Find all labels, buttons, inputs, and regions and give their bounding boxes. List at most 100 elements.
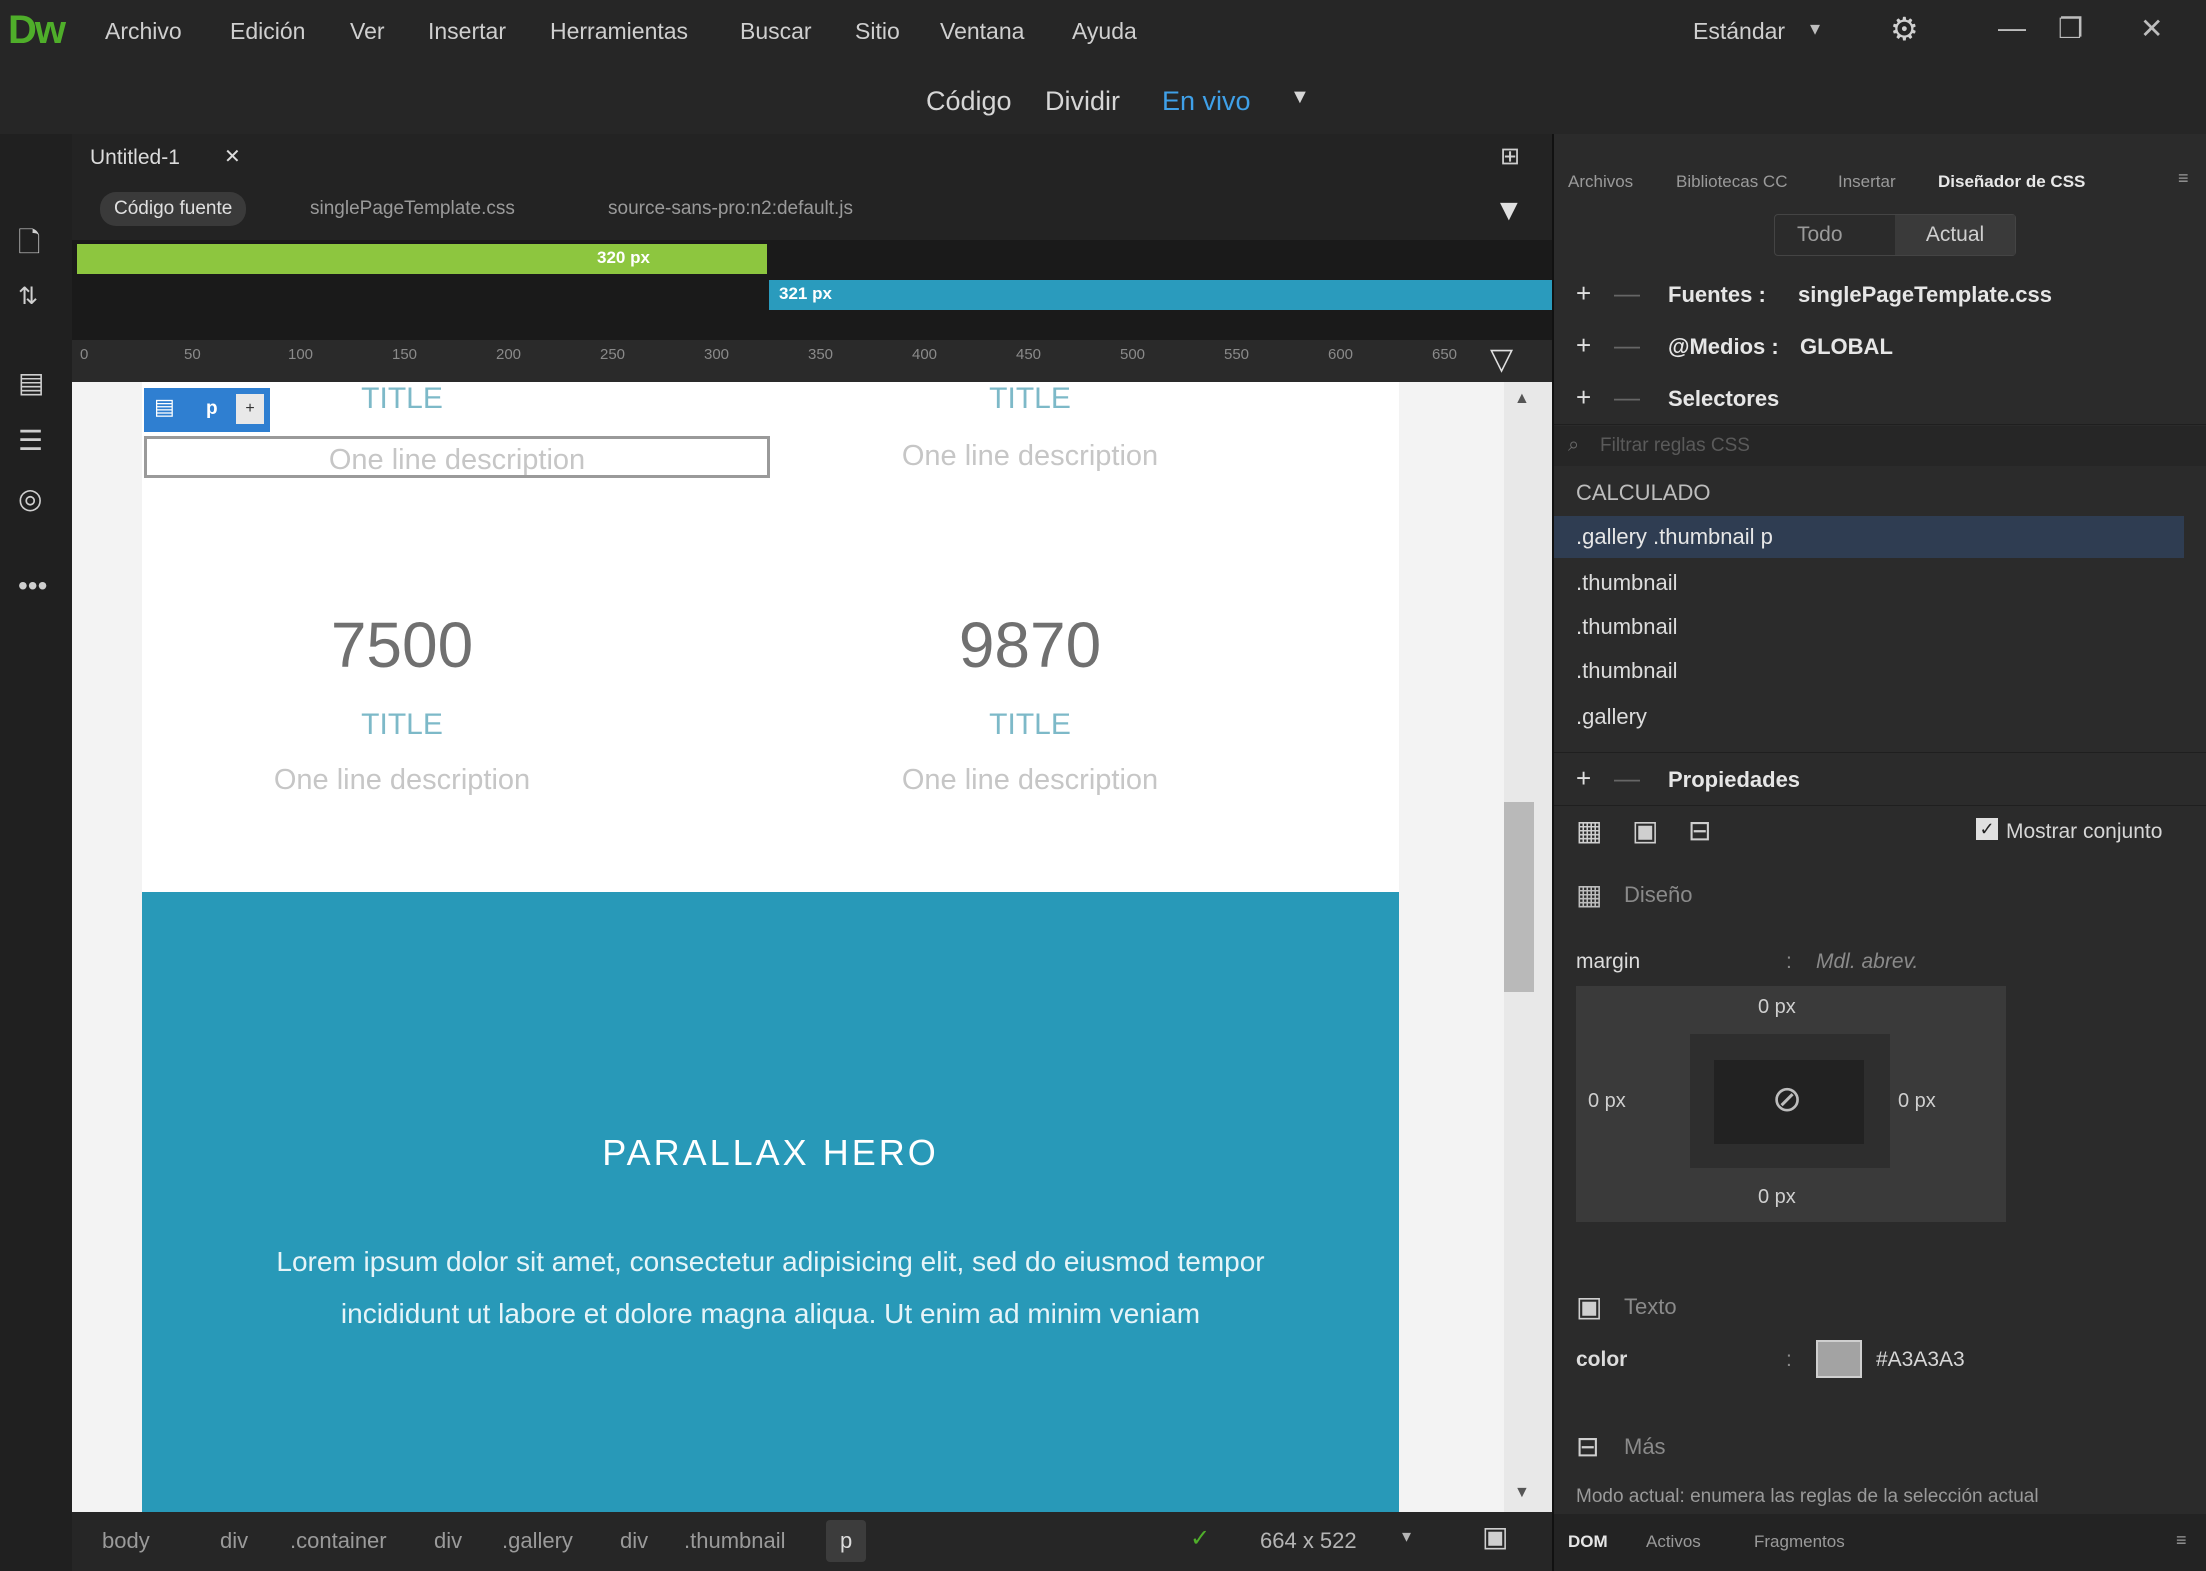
selector-row[interactable]: .thumbnail (1576, 570, 1678, 596)
menu-ventana[interactable]: Ventana (940, 18, 1024, 45)
close-icon[interactable]: ✕ (2140, 12, 2163, 45)
menu-ver[interactable]: Ver (350, 18, 385, 45)
media-value[interactable]: GLOBAL (1800, 334, 1893, 360)
inspect-icon[interactable]: ▤ (18, 366, 44, 399)
more-icon[interactable]: ••• (18, 570, 47, 602)
add-icon[interactable]: + (1576, 382, 1591, 413)
tab-activos[interactable]: Activos (1646, 1532, 1701, 1552)
dom-icon[interactable]: ☰ (18, 424, 43, 457)
live-preview-icon[interactable]: ▣ (1482, 1520, 1508, 1553)
sources-section[interactable]: + — Fuentes : singlePageTemplate.css (1554, 268, 2206, 321)
scroll-up-icon[interactable]: ▲ (1514, 390, 1530, 408)
menu-archivo[interactable]: Archivo (105, 18, 182, 45)
panel-menu-icon[interactable]: ≡ (2178, 168, 2189, 189)
properties-section[interactable]: + — Propiedades (1554, 752, 2206, 806)
menu-ayuda[interactable]: Ayuda (1072, 18, 1137, 45)
mode-current[interactable]: Actual (1895, 215, 2015, 255)
restore-icon[interactable]: ❐ (2058, 12, 2083, 45)
menu-herramientas[interactable]: Herramientas (550, 18, 688, 45)
breadcrumb-thumbnail[interactable]: .thumbnail (684, 1528, 786, 1554)
minimize-icon[interactable]: — (1998, 12, 2026, 44)
margin-left-value[interactable]: 0 px (1588, 1090, 1626, 1113)
menu-edicion[interactable]: Edición (230, 18, 305, 45)
remove-icon[interactable]: — (1614, 278, 1640, 309)
breadcrumb-container[interactable]: .container (290, 1528, 387, 1554)
related-file-js[interactable]: source-sans-pro:n2:default.js (608, 198, 853, 220)
split-view-button[interactable]: Dividir (1045, 86, 1120, 117)
remove-icon[interactable]: — (1614, 382, 1640, 413)
source-code-tab[interactable]: Código fuente (100, 192, 247, 226)
panel-tab-insertar[interactable]: Insertar (1838, 172, 1896, 192)
color-swatch[interactable] (1816, 1340, 1862, 1378)
panel-tab-archivos[interactable]: Archivos (1568, 172, 1633, 192)
margin-right-value[interactable]: 0 px (1898, 1090, 1936, 1113)
code-view-button[interactable]: Código (926, 86, 1012, 117)
text-category-icon[interactable]: ▣ (1632, 814, 1658, 847)
margin-shorthand-hint[interactable]: Mdl. abrev. (1816, 950, 1918, 974)
menu-bar: Dw Archivo Edición Ver Insertar Herramie… (0, 0, 2206, 62)
selector-row[interactable]: .thumbnail (1576, 614, 1678, 640)
mq-bar-green[interactable]: 320 px (77, 244, 767, 274)
item-title: TITLE (989, 382, 1071, 415)
viewport-size[interactable]: 664 x 522 (1260, 1528, 1357, 1554)
tab-fragmentos[interactable]: Fragmentos (1754, 1532, 1845, 1552)
breadcrumb-div[interactable]: div (620, 1528, 648, 1554)
related-file-css[interactable]: singlePageTemplate.css (310, 198, 515, 220)
selector-row[interactable]: .gallery (1576, 704, 1647, 730)
filter-icon[interactable]: ▼ (1494, 194, 1524, 228)
canvas-scrollbar[interactable]: ▲ ▼ (1504, 382, 1552, 1512)
checkbox-icon[interactable]: ✓ (1976, 818, 1998, 840)
selected-paragraph[interactable]: One line description (144, 436, 770, 478)
chevron-down-icon[interactable]: ▼ (1290, 86, 1310, 109)
menu-buscar[interactable]: Buscar (740, 18, 812, 45)
mode-all[interactable]: Todo (1797, 223, 1843, 247)
workspace-switcher[interactable]: Estándar (1693, 18, 1785, 45)
close-tab-icon[interactable]: ✕ (224, 144, 241, 169)
selector-filter-field[interactable]: ⌕ Filtrar reglas CSS (1554, 426, 2206, 466)
more-category-icon[interactable]: ⊟ (1688, 814, 1711, 847)
menu-sitio[interactable]: Sitio (855, 18, 900, 45)
file-icon[interactable]: 🗋 (18, 222, 41, 270)
color-value[interactable]: #A3A3A3 (1876, 1348, 1965, 1372)
remove-icon[interactable]: — (1614, 330, 1640, 361)
live-view-button[interactable]: En vivo (1162, 86, 1251, 117)
chevron-down-icon[interactable]: ▾ (1402, 1526, 1411, 1547)
selectors-section[interactable]: + — Selectores (1554, 372, 2206, 425)
add-icon[interactable]: + (1576, 330, 1591, 361)
breadcrumb-div[interactable]: div (220, 1528, 248, 1554)
panel-tab-bibliotecas[interactable]: Bibliotecas CC (1676, 172, 1788, 192)
mq-bar-blue[interactable]: 321 px (769, 280, 1552, 310)
layout-category-icon[interactable]: ▦ (1576, 814, 1602, 847)
breadcrumb-p[interactable]: p (826, 1520, 867, 1562)
ruler-tick: 150 (392, 346, 418, 363)
pin-icon[interactable]: ⊞ (1500, 142, 1520, 171)
gear-icon[interactable]: ⚙ (1890, 10, 1919, 48)
computed-label[interactable]: CALCULADO (1576, 480, 1710, 506)
related-files-bar: Código fuente singlePageTemplate.css sou… (72, 184, 1552, 240)
target-icon[interactable]: ◎ (18, 482, 42, 515)
tab-dom[interactable]: DOM (1568, 1532, 1608, 1552)
document-tab[interactable]: Untitled-1 (90, 146, 180, 170)
panel-tab-css-designer[interactable]: Diseñador de CSS (1938, 172, 2085, 192)
add-icon[interactable]: + (1576, 278, 1591, 309)
show-set-label[interactable]: Mostrar conjunto (2006, 820, 2162, 844)
sources-value[interactable]: singlePageTemplate.css (1798, 282, 2052, 308)
menu-insertar[interactable]: Insertar (428, 18, 506, 45)
add-icon[interactable]: + (1576, 763, 1591, 794)
sort-icon[interactable]: ⇅ (18, 282, 38, 311)
selector-row-selected[interactable]: .gallery .thumbnail p (1554, 516, 2184, 558)
remove-icon[interactable]: — (1614, 763, 1640, 794)
media-section[interactable]: + — @Medios : GLOBAL (1554, 320, 2206, 373)
scroll-down-icon[interactable]: ▼ (1514, 1484, 1530, 1502)
margin-top-value[interactable]: 0 px (1758, 996, 1796, 1019)
chevron-down-icon[interactable]: ▾ (1810, 16, 1820, 41)
link-icon[interactable]: ⊘ (1772, 1078, 1802, 1120)
ruler-handle-icon[interactable]: ▽ (1490, 342, 1513, 377)
margin-bottom-value[interactable]: 0 px (1758, 1186, 1796, 1209)
breadcrumb-div[interactable]: div (434, 1528, 462, 1554)
breadcrumb-body[interactable]: body (102, 1528, 150, 1554)
breadcrumb-gallery[interactable]: .gallery (502, 1528, 573, 1554)
selector-row[interactable]: .thumbnail (1576, 658, 1678, 684)
panel-menu-icon[interactable]: ≡ (2176, 1530, 2187, 1551)
scrollbar-thumb[interactable] (1504, 802, 1534, 992)
